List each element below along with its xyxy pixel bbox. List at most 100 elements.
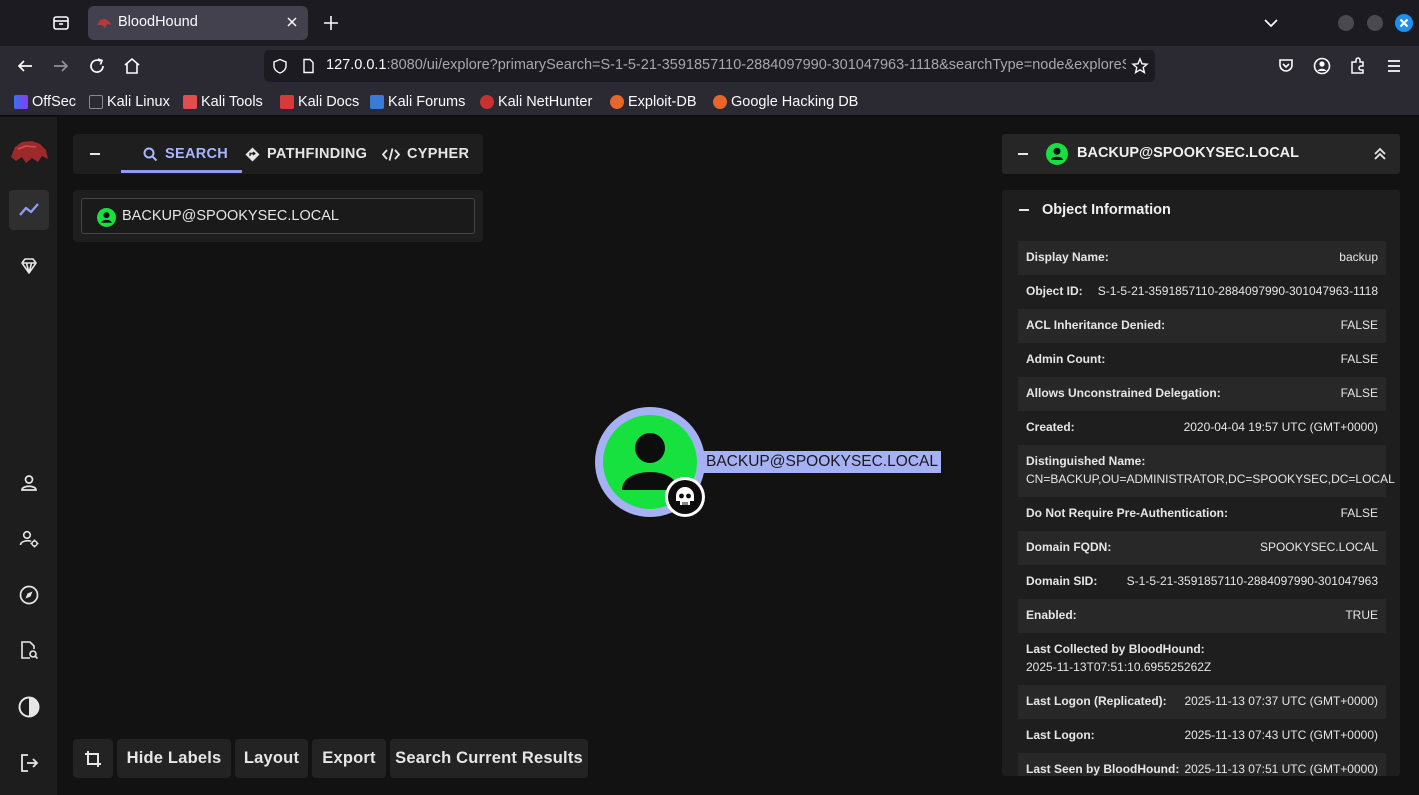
expand-panel-button[interactable]	[1372, 146, 1388, 162]
bookmark-kali-linux[interactable]: Kali Linux	[89, 93, 170, 111]
bookmark-kali-forums[interactable]: Kali Forums	[370, 93, 465, 111]
user-icon	[21, 475, 37, 491]
tab-cypher[interactable]: CYPHER	[382, 134, 469, 174]
api-explorer-button[interactable]	[9, 575, 49, 615]
property-row: Do Not Require Pre-Authentication: FALSE	[1026, 506, 1378, 520]
minimize-window-button[interactable]	[1338, 15, 1354, 31]
url-path: :8080/ui/explore?primarySearch=S-1-5-21-…	[386, 57, 1126, 73]
property-row: Enabled: TRUE	[1018, 599, 1386, 633]
url-text[interactable]: 127.0.0.1:8080/ui/explore?primarySearch=…	[326, 57, 1126, 73]
graph-icon	[19, 203, 39, 216]
kali-docs-icon	[280, 95, 294, 109]
tab-pathfinding[interactable]: PATHFINDING	[245, 134, 367, 174]
forward-arrow-icon[interactable]	[51, 56, 71, 76]
search-current-results-button[interactable]: Search Current Results	[390, 739, 588, 778]
property-row: ACL Inheritance Denied: FALSE	[1018, 309, 1386, 343]
node-search-card: BACKUP@SPOOKYSEC.LOCAL	[73, 190, 483, 242]
user-node-icon	[595, 407, 705, 517]
close-tab-icon[interactable]	[284, 14, 300, 30]
bookmark-offsec[interactable]: OffSec	[14, 93, 76, 111]
tab-overview-icon[interactable]	[50, 12, 72, 34]
menu-icon[interactable]	[1384, 56, 1404, 76]
browser-tabbar: BloodHound	[0, 0, 1419, 46]
property-row: Last Seen by BloodHound: 2025-11-13 07:51…	[1018, 753, 1386, 776]
maximize-window-button[interactable]	[1367, 15, 1383, 31]
bookmark-kali-nethunter[interactable]: Kali NetHunter	[480, 93, 592, 111]
ghdb-icon	[713, 95, 727, 109]
export-button[interactable]: Export	[312, 739, 386, 778]
crop-icon	[85, 750, 101, 767]
bookmark-star-icon[interactable]	[1131, 57, 1149, 75]
offsec-icon	[14, 95, 28, 109]
close-window-button[interactable]	[1395, 14, 1413, 32]
property-row: Object ID: S-1-5-21-3591857110-2884097990…	[1026, 284, 1378, 298]
graph-node-label[interactable]: BACKUP@SPOOKYSEC.LOCAL	[703, 451, 941, 473]
file-search-icon	[21, 641, 39, 660]
graph-node-user[interactable]	[594, 406, 706, 518]
route-icon	[245, 147, 260, 161]
bloodhound-favicon-icon	[96, 16, 112, 30]
property-row: Admin Count: FALSE	[1026, 352, 1378, 366]
crop-button[interactable]	[73, 739, 113, 778]
user-node-icon	[97, 208, 116, 227]
new-tab-icon[interactable]	[320, 12, 342, 34]
url-host: 127.0.0.1	[326, 57, 387, 73]
documentation-button[interactable]	[9, 630, 49, 670]
tab-search[interactable]: SEARCH	[143, 134, 228, 174]
tab-title: BloodHound	[118, 14, 198, 30]
pocket-icon[interactable]	[1276, 56, 1296, 76]
reload-icon[interactable]	[87, 56, 107, 76]
bookmark-kali-tools[interactable]: Kali Tools	[183, 93, 263, 111]
page-info-icon[interactable]	[300, 58, 316, 74]
back-arrow-icon[interactable]	[15, 56, 35, 76]
property-row: Last Collected by BloodHound: 2025-11-13T…	[1026, 642, 1212, 674]
property-row: Domain FQDN: SPOOKYSEC.LOCAL	[1018, 531, 1386, 565]
layout-button[interactable]: Layout	[235, 739, 308, 778]
left-nav	[0, 117, 58, 795]
collapse-panel-button[interactable]	[1016, 147, 1030, 161]
kali-dragon-icon	[89, 95, 103, 109]
shield-icon[interactable]	[272, 58, 288, 74]
hide-labels-button[interactable]: Hide Labels	[117, 739, 231, 778]
profile-button[interactable]	[9, 463, 49, 503]
bookmark-kali-docs[interactable]: Kali Docs	[280, 93, 359, 111]
entity-title: BACKUP@SPOOKYSEC.LOCAL	[1077, 145, 1299, 161]
explore-graph-button[interactable]	[9, 190, 49, 230]
node-search-input[interactable]: BACKUP@SPOOKYSEC.LOCAL	[81, 198, 475, 234]
bookmarks-toolbar: OffSec Kali Linux Kali Tools Kali Docs K…	[0, 88, 1419, 116]
property-row: Allows Unconstrained Delegation: FALSE	[1018, 377, 1386, 411]
url-bar[interactable]: 127.0.0.1:8080/ui/explore?primarySearch=…	[264, 50, 1155, 82]
bookmark-google-hacking-db[interactable]: Google Hacking DB	[713, 93, 858, 111]
property-row: Created: 2020-04-04 19:57 UTC (GMT+0000)	[1026, 420, 1378, 434]
minus-icon	[1019, 209, 1029, 211]
logout-icon	[21, 754, 39, 772]
kali-forums-icon	[370, 95, 384, 109]
chevron-down-icon[interactable]	[1262, 14, 1280, 32]
account-icon[interactable]	[1312, 56, 1332, 76]
bloodhound-logo-icon[interactable]	[8, 135, 50, 169]
object-information-title: Object Information	[1042, 202, 1171, 218]
nethunter-icon	[480, 95, 494, 109]
kali-tools-icon	[183, 95, 197, 109]
group-management-button[interactable]	[9, 246, 49, 286]
logout-button[interactable]	[9, 743, 49, 783]
bookmark-exploit-db[interactable]: Exploit-DB	[610, 93, 697, 111]
extensions-icon[interactable]	[1348, 56, 1368, 76]
entity-panel-header: BACKUP@SPOOKYSEC.LOCAL	[1002, 134, 1400, 174]
browser-navbar: 127.0.0.1:8080/ui/explore?primarySearch=…	[0, 46, 1419, 88]
object-information-toggle[interactable]: Object Information	[1018, 202, 1171, 218]
property-row: Display Name: backup	[1018, 241, 1386, 275]
home-icon[interactable]	[122, 56, 142, 76]
active-tab-indicator	[121, 170, 242, 173]
tab-bloodhound[interactable]: BloodHound	[88, 6, 308, 40]
property-row: Distinguished Name: CN=BACKUP,OU=ADMINIST…	[1018, 445, 1395, 497]
contrast-icon	[18, 696, 40, 718]
user-gear-icon	[19, 530, 39, 548]
bloodhound-app: SEARCH PATHFINDING CYPHER BACKUP@SPOOKYS…	[0, 117, 1419, 795]
collapse-search-button[interactable]	[87, 146, 103, 162]
administration-button[interactable]	[9, 519, 49, 559]
double-chevron-up-icon	[1374, 147, 1386, 160]
search-tabs-card: SEARCH PATHFINDING CYPHER	[73, 134, 483, 174]
dark-mode-toggle[interactable]	[9, 687, 49, 727]
node-search-value: BACKUP@SPOOKYSEC.LOCAL	[122, 208, 339, 224]
